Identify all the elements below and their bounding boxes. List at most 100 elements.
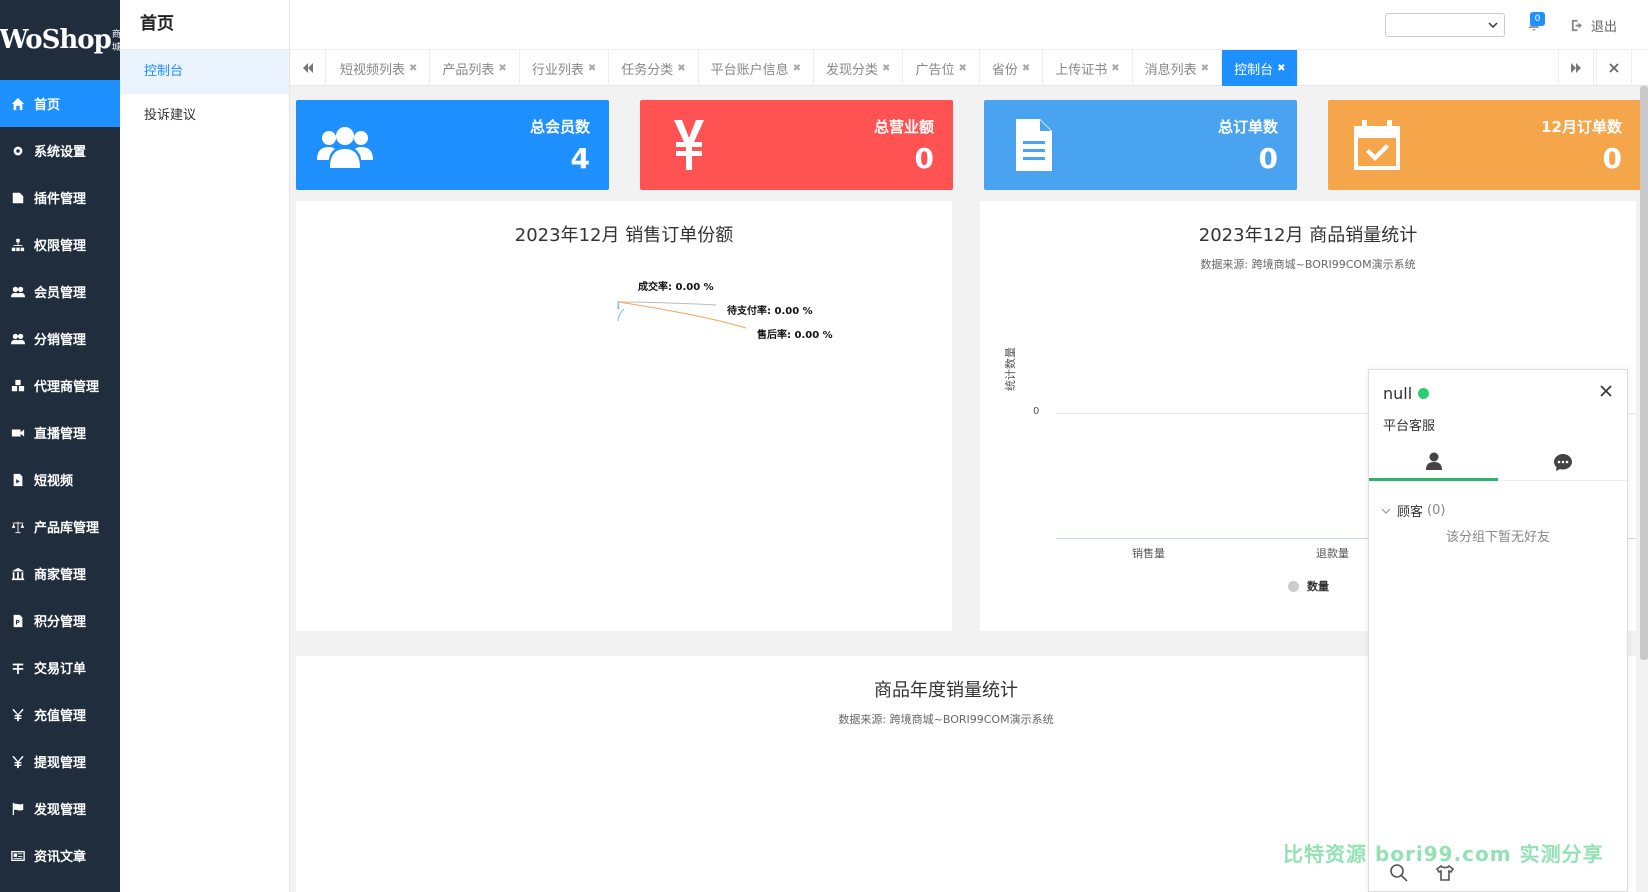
sidebar-item-5[interactable]: 分销管理 xyxy=(0,315,120,362)
page-tabs-bar: 短视频列表 ✖ 产品列表 ✖ 行业列表 ✖ 任务分类 ✖ 平台账户信息 ✖ 发现分类 ✖ 广告位 ✖ 省份 ✖… xyxy=(290,50,1648,86)
pie-label-success: 成交率: 0.00 % xyxy=(638,282,714,293)
tab-6[interactable]: 广告位 ✖ xyxy=(903,50,980,86)
sidebar-item-6[interactable]: 代理商管理 xyxy=(0,362,120,409)
logout-button[interactable]: 退出 xyxy=(1570,16,1617,35)
home-icon xyxy=(10,96,26,112)
tabs-scroll-left-button[interactable] xyxy=(290,50,326,86)
customer-service-chat: null 平台客服 顾客 (0) 该分组下暂无好友 xyxy=(1368,369,1628,892)
page-tabs: 短视频列表 ✖ 产品列表 ✖ 行业列表 ✖ 任务分类 ✖ 平台账户信息 ✖ 发现分类 ✖ 广告位 ✖ 省份 ✖… xyxy=(328,50,1299,86)
close-icon[interactable]: ✖ xyxy=(588,63,596,74)
tab-10[interactable]: 控制台 ✖ xyxy=(1222,50,1299,86)
tab-label: 平台账户信息 xyxy=(710,62,789,78)
tab-7[interactable]: 省份 ✖ xyxy=(980,50,1044,86)
close-tabs-button[interactable] xyxy=(1596,50,1632,86)
tab-9[interactable]: 消息列表 ✖ xyxy=(1133,50,1223,86)
sidebar-item-0[interactable]: 首页 xyxy=(0,80,120,127)
yen-icon xyxy=(10,707,26,723)
stat-card-3: 12月订单数 0 xyxy=(1328,100,1641,190)
close-icon[interactable]: ✖ xyxy=(498,63,506,74)
tabs-scroll-right-button[interactable] xyxy=(1558,50,1594,86)
close-icon[interactable]: ✖ xyxy=(1201,63,1209,74)
stat-card-2: 总订单数 0 xyxy=(984,100,1297,190)
sidebar-item-label: 充值管理 xyxy=(34,709,87,724)
stat-card-value: 0 xyxy=(1258,142,1278,175)
users-icon xyxy=(312,112,378,178)
sidebar-item-13[interactable]: 充值管理 xyxy=(0,691,120,738)
tab-label: 消息列表 xyxy=(1144,62,1197,78)
svg-text:P: P xyxy=(15,619,20,626)
sidebar-item-2[interactable]: 插件管理 xyxy=(0,174,120,221)
tab-label: 省份 xyxy=(991,62,1018,78)
sidebar-item-label: 直播管理 xyxy=(34,427,87,442)
sidebar-item-8[interactable]: 短视频 xyxy=(0,456,120,503)
tab-label: 控制台 xyxy=(1234,62,1274,78)
close-icon[interactable] xyxy=(1597,382,1615,400)
flag-icon xyxy=(10,801,26,817)
tab-5[interactable]: 发现分类 ✖ xyxy=(814,50,904,86)
logo[interactable]: WoShop 商城 xyxy=(0,0,121,80)
submenu-item-console[interactable]: 控制台 xyxy=(120,50,289,94)
bar-chart-title: 2023年12月 商品销量统计 xyxy=(1198,225,1418,246)
sidebar-item-label: 发现管理 xyxy=(34,803,87,818)
user-icon xyxy=(1425,452,1442,470)
calendar-check-icon xyxy=(1344,112,1410,178)
close-icon[interactable]: ✖ xyxy=(677,63,685,74)
sidebar-item-label: 短视频 xyxy=(34,474,74,489)
sidebar-item-16[interactable]: 资讯文章 xyxy=(0,832,120,879)
bank-icon xyxy=(10,566,26,582)
close-icon[interactable]: ✖ xyxy=(793,63,801,74)
sidebar-item-label: 交易订单 xyxy=(34,662,87,677)
users-icon xyxy=(10,331,26,347)
sidebar-item-1[interactable]: 系统设置 xyxy=(0,127,120,174)
tab-8[interactable]: 上传证书 ✖ xyxy=(1043,50,1133,86)
tab-0[interactable]: 短视频列表 ✖ xyxy=(328,50,431,86)
sidebar-item-label: 首页 xyxy=(34,98,61,113)
logo-text: WoShop xyxy=(0,25,112,55)
yen-icon xyxy=(10,754,26,770)
tab-2[interactable]: 行业列表 ✖ xyxy=(520,50,610,86)
forward-icon xyxy=(1571,63,1581,73)
sidebar-item-12[interactable]: 交易订单 xyxy=(0,644,120,691)
top-header: 0 退出 xyxy=(290,0,1648,50)
language-select[interactable] xyxy=(1385,13,1505,37)
bar-chart-xtick-sales: 销售量 xyxy=(1132,547,1165,560)
close-icon[interactable]: ✖ xyxy=(1277,63,1285,74)
order-icon xyxy=(10,660,26,676)
points-icon: P xyxy=(10,613,26,629)
bar-chart-ylabel: 统计数量 xyxy=(1004,347,1017,391)
content-scrollbar[interactable] xyxy=(1640,86,1648,660)
sidebar-item-15[interactable]: 发现管理 xyxy=(0,785,120,832)
submenu-item-complaints[interactable]: 投诉建议 xyxy=(120,94,289,138)
submenu-panel: 首页 控制台 投诉建议 xyxy=(120,0,290,892)
tab-label: 广告位 xyxy=(915,62,955,78)
close-icon[interactable]: ✖ xyxy=(958,63,966,74)
sidebar-item-label: 权限管理 xyxy=(34,239,87,254)
sidebar-item-3[interactable]: 权限管理 xyxy=(0,221,120,268)
close-icon[interactable]: ✖ xyxy=(1022,63,1030,74)
sidebar-item-label: 分销管理 xyxy=(34,333,87,348)
stat-card-label: 总会员数 xyxy=(529,118,590,136)
close-icon[interactable]: ✖ xyxy=(409,63,417,74)
legend-label: 数量 xyxy=(1307,580,1329,593)
sidebar-item-4[interactable]: 会员管理 xyxy=(0,268,120,315)
sidebar-item-7[interactable]: 直播管理 xyxy=(0,409,120,456)
tab-4[interactable]: 平台账户信息 ✖ xyxy=(699,50,815,86)
tab-3[interactable]: 任务分类 ✖ xyxy=(609,50,699,86)
sidebar-item-9[interactable]: 产品库管理 xyxy=(0,503,120,550)
sidebar-item-10[interactable]: 商家管理 xyxy=(0,550,120,597)
empty-group-note: 该分组下暂无好友 xyxy=(1445,530,1550,545)
tab-conversations[interactable] xyxy=(1498,443,1627,481)
tab-1[interactable]: 产品列表 ✖ xyxy=(430,50,520,86)
stat-card-value: 4 xyxy=(570,142,590,175)
tab-friends[interactable] xyxy=(1369,443,1498,481)
bar-chart-legend[interactable]: 数量 xyxy=(1288,578,1329,594)
sidebar-item-label: 产品库管理 xyxy=(34,521,100,536)
sidebar-item-11[interactable]: P 积分管理 xyxy=(0,597,120,644)
document-icon xyxy=(1000,112,1066,178)
close-icon[interactable]: ✖ xyxy=(1111,63,1119,74)
close-icon[interactable]: ✖ xyxy=(882,63,890,74)
sitemap-icon xyxy=(10,237,26,253)
chat-user: null xyxy=(1383,384,1430,403)
sidebar-item-14[interactable]: 提现管理 xyxy=(0,738,120,785)
friend-group-customers[interactable]: 顾客 (0) xyxy=(1381,501,1445,520)
